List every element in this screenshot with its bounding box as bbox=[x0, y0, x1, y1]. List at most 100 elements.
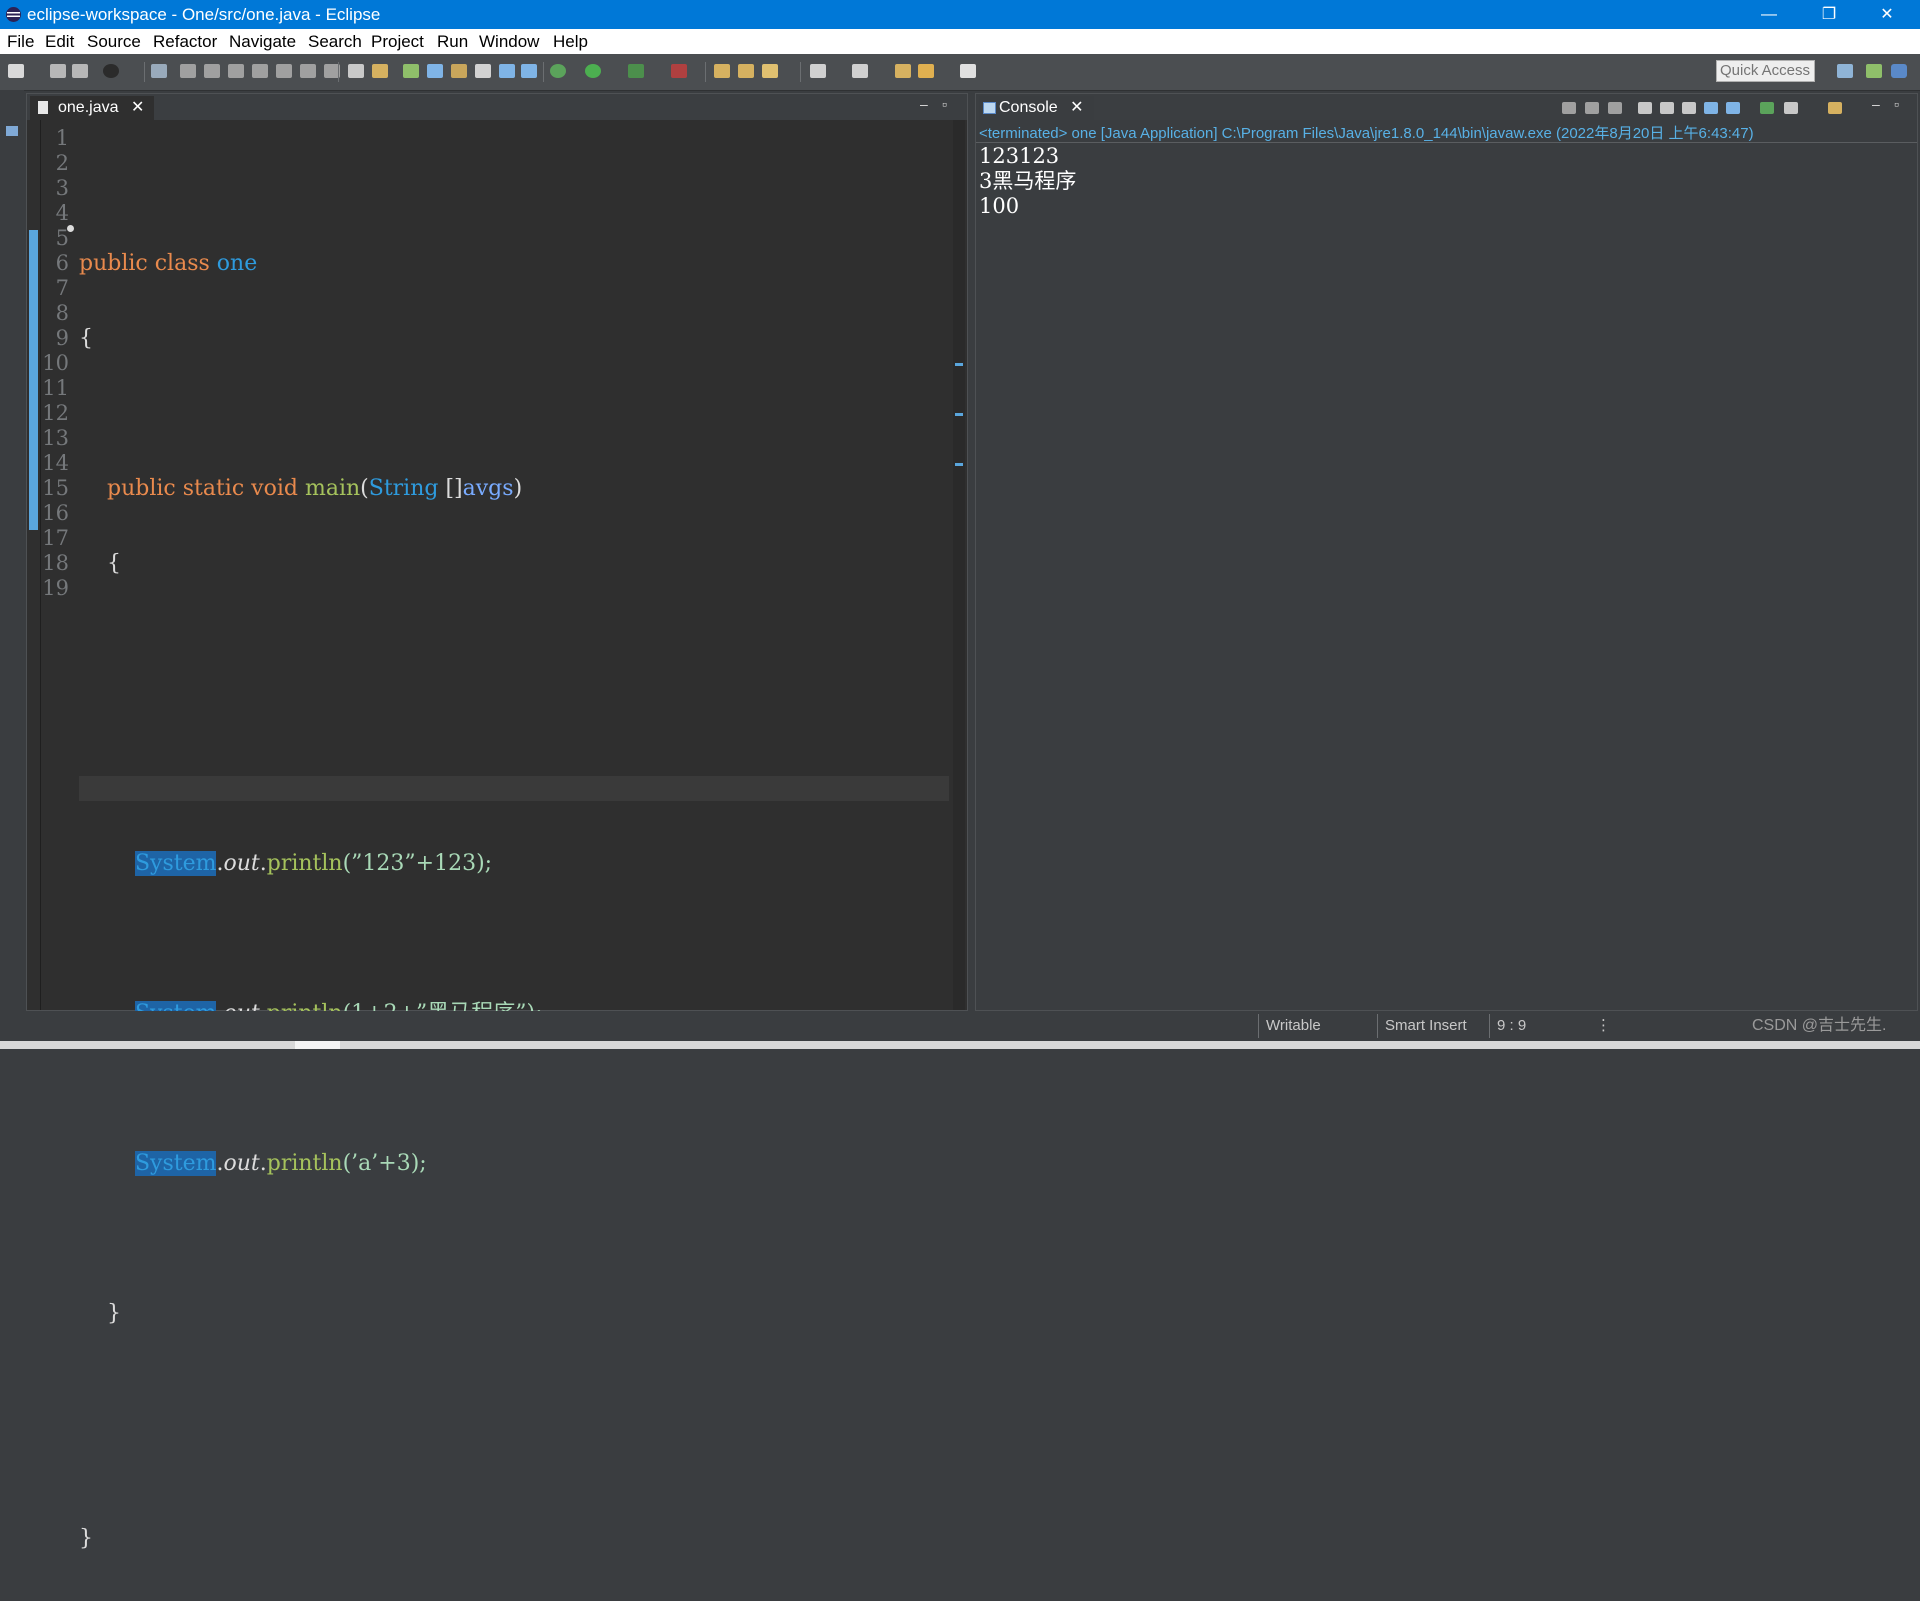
menu-window[interactable]: Window bbox=[479, 29, 539, 54]
restore-window-button[interactable]: ❐ bbox=[1800, 0, 1858, 29]
occurrence-marker[interactable] bbox=[955, 463, 963, 466]
maximize-console-icon[interactable]: ▫ bbox=[1894, 96, 1899, 112]
code-line-6: { bbox=[79, 551, 949, 576]
remove-all-terminated-icon[interactable] bbox=[1608, 102, 1622, 114]
line-number: 13 bbox=[42, 426, 69, 450]
left-trim-stack bbox=[0, 90, 24, 1010]
toggle-mark-icon[interactable] bbox=[427, 64, 443, 78]
back-icon[interactable] bbox=[918, 64, 934, 78]
keyword: public bbox=[79, 251, 148, 276]
skip-breakpoints-icon[interactable] bbox=[151, 64, 167, 78]
console-output-area[interactable]: <terminated> one [Java Application] C:\P… bbox=[976, 120, 1917, 1010]
resume-icon[interactable] bbox=[180, 64, 196, 78]
line-number: 6 bbox=[55, 251, 69, 275]
java-perspective-icon[interactable] bbox=[1891, 64, 1907, 78]
menu-refactor[interactable]: Refactor bbox=[153, 29, 217, 54]
next-annotation-icon[interactable] bbox=[810, 64, 826, 78]
status-more-icon[interactable]: ⋮ bbox=[1596, 1011, 1611, 1041]
menu-run[interactable]: Run bbox=[437, 29, 468, 54]
menu-source[interactable]: Source bbox=[87, 29, 141, 54]
terminate-icon[interactable] bbox=[228, 64, 244, 78]
tab-console[interactable]: Console ✕ bbox=[979, 96, 1094, 120]
show-on-stderr-icon[interactable] bbox=[1726, 102, 1740, 114]
minimize-editor-icon[interactable]: ‒ bbox=[920, 96, 928, 112]
run-icon[interactable] bbox=[585, 64, 601, 78]
new-package-icon[interactable] bbox=[475, 64, 491, 78]
display-selected-console-icon[interactable] bbox=[1784, 102, 1798, 114]
close-window-button[interactable]: ✕ bbox=[1858, 0, 1916, 29]
word-wrap-icon[interactable] bbox=[1682, 102, 1696, 114]
type-name: String bbox=[368, 476, 439, 501]
package-explorer-icon[interactable] bbox=[6, 126, 18, 136]
open-console-icon[interactable] bbox=[348, 64, 364, 78]
debug-icon[interactable] bbox=[550, 64, 566, 78]
override-marker-icon[interactable] bbox=[67, 225, 74, 232]
new-icon[interactable] bbox=[8, 64, 24, 78]
step-into-icon[interactable] bbox=[276, 64, 292, 78]
menu-edit[interactable]: Edit bbox=[45, 29, 74, 54]
terminate-icon[interactable] bbox=[1562, 102, 1576, 114]
show-on-stdout-icon[interactable] bbox=[1704, 102, 1718, 114]
menu-file[interactable]: File bbox=[7, 29, 34, 54]
overview-ruler[interactable] bbox=[953, 120, 965, 1010]
brace: } bbox=[106, 1301, 121, 1326]
change-ruler-marker bbox=[29, 230, 38, 530]
maximize-editor-icon[interactable]: ▫ bbox=[942, 96, 947, 112]
minimize-window-button[interactable]: — bbox=[1740, 0, 1798, 29]
console-line: 100 bbox=[979, 194, 1020, 218]
menu-project[interactable]: Project bbox=[371, 29, 424, 54]
open-task-icon[interactable] bbox=[738, 64, 754, 78]
line-number: 17 bbox=[42, 526, 69, 550]
step-over-icon[interactable] bbox=[300, 64, 316, 78]
scroll-lock-icon[interactable] bbox=[1660, 102, 1674, 114]
last-edit-location-icon[interactable] bbox=[895, 64, 911, 78]
brace: { bbox=[106, 551, 121, 576]
line-number-ruler: 1 2 3 4 5 6 7 8 9 10 11 12 13 14 15 16 1… bbox=[41, 126, 69, 601]
occurrence-marker[interactable] bbox=[955, 413, 963, 416]
close-tab-icon[interactable]: ✕ bbox=[131, 99, 144, 116]
new-java-project-icon[interactable] bbox=[403, 64, 419, 78]
line-number: 10 bbox=[42, 351, 69, 375]
external-tools-icon[interactable] bbox=[671, 64, 687, 78]
line-number: 7 bbox=[55, 276, 69, 300]
show-whitespace-icon[interactable] bbox=[499, 64, 515, 78]
debug-perspective-icon[interactable] bbox=[103, 64, 119, 78]
occurrence-marker[interactable] bbox=[955, 363, 963, 366]
tab-one-java[interactable]: one.java ✕ bbox=[30, 96, 155, 120]
save-icon[interactable] bbox=[50, 64, 66, 78]
save-all-icon[interactable] bbox=[72, 64, 88, 78]
open-type-icon[interactable] bbox=[714, 64, 730, 78]
coverage-icon[interactable] bbox=[628, 64, 644, 78]
block-selection-icon[interactable] bbox=[521, 64, 537, 78]
remove-launch-icon[interactable] bbox=[1585, 102, 1599, 114]
code-line-3: { bbox=[79, 326, 949, 351]
build-icon[interactable] bbox=[372, 64, 388, 78]
suspend-icon[interactable] bbox=[204, 64, 220, 78]
search-icon[interactable] bbox=[762, 64, 778, 78]
new-class-icon[interactable] bbox=[451, 64, 467, 78]
clear-console-icon[interactable] bbox=[1638, 102, 1652, 114]
menu-help[interactable]: Help bbox=[553, 29, 588, 54]
menu-navigate[interactable]: Navigate bbox=[229, 29, 296, 54]
close-tab-icon[interactable]: ✕ bbox=[1070, 99, 1083, 116]
status-separator bbox=[1489, 1014, 1490, 1038]
code-editor[interactable]: public class one { public static void ma… bbox=[79, 126, 949, 1601]
java-ee-perspective-icon[interactable] bbox=[1866, 64, 1882, 78]
prev-annotation-icon[interactable] bbox=[852, 64, 868, 78]
console-tab-strip: Console ✕ ‒ ▫ bbox=[976, 94, 1917, 120]
open-perspective-icon[interactable] bbox=[1837, 64, 1853, 78]
minimize-console-icon[interactable]: ‒ bbox=[1872, 96, 1880, 112]
pin-console-icon[interactable] bbox=[1760, 102, 1774, 114]
console-divider bbox=[976, 142, 1917, 143]
forward-icon[interactable] bbox=[960, 64, 976, 78]
open-console-icon[interactable] bbox=[1828, 102, 1842, 114]
disconnect-icon[interactable] bbox=[252, 64, 268, 78]
main-toolbar bbox=[0, 54, 1920, 91]
quick-access-input[interactable] bbox=[1716, 60, 1815, 82]
menu-search[interactable]: Search bbox=[308, 29, 362, 54]
status-writable: Writable bbox=[1266, 1017, 1321, 1034]
code-line-19: } bbox=[79, 1526, 949, 1551]
